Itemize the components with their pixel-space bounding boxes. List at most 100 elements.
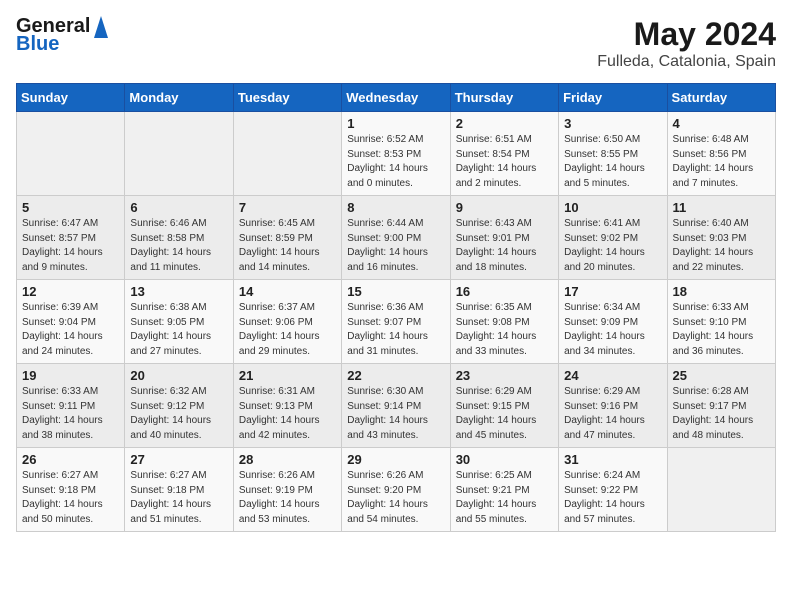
day-info-line: Sunrise: 6:38 AM: [130, 302, 206, 313]
day-info-line: and 43 minutes.: [347, 430, 418, 441]
day-info-line: and 0 minutes.: [347, 178, 413, 189]
day-info-line: Sunset: 9:10 PM: [673, 317, 747, 328]
day-number: 13: [130, 284, 227, 299]
day-info-line: Daylight: 14 hours: [673, 331, 754, 342]
day-info-line: Sunset: 9:05 PM: [130, 317, 204, 328]
calendar-cell: 15Sunrise: 6:36 AMSunset: 9:07 PMDayligh…: [342, 280, 450, 364]
day-info-line: and 29 minutes.: [239, 346, 310, 357]
day-number: 21: [239, 368, 336, 383]
day-info-line: Sunset: 9:13 PM: [239, 401, 313, 412]
logo-text: General Blue: [16, 16, 108, 54]
day-number: 23: [456, 368, 553, 383]
day-number: 17: [564, 284, 661, 299]
day-info-line: Sunset: 8:58 PM: [130, 233, 204, 244]
day-info-line: Daylight: 14 hours: [347, 331, 428, 342]
day-number: 25: [673, 368, 770, 383]
day-info-line: Sunset: 9:18 PM: [130, 485, 204, 496]
calendar-cell: 22Sunrise: 6:30 AMSunset: 9:14 PMDayligh…: [342, 364, 450, 448]
day-info-line: Sunset: 8:56 PM: [673, 149, 747, 160]
day-info-line: and 50 minutes.: [22, 514, 93, 525]
calendar-cell: 11Sunrise: 6:40 AMSunset: 9:03 PMDayligh…: [667, 196, 775, 280]
day-info-line: Sunrise: 6:25 AM: [456, 470, 532, 481]
day-info-line: Sunrise: 6:51 AM: [456, 134, 532, 145]
day-info-line: Daylight: 14 hours: [347, 415, 428, 426]
calendar-cell: 28 Sunrise: 6:26 AM Sunset: 9:19 PM Dayligh…: [233, 448, 341, 532]
calendar-subtitle: Fulleda, Catalonia, Spain: [597, 53, 776, 71]
day-info-line: Sunset: 9:00 PM: [347, 233, 421, 244]
calendar-cell: 17 Sunrise: 6:34 AMSunset: 9:09 PMDayligh…: [559, 280, 667, 364]
day-info: Sunrise: 6:29 AMSunset: 9:16 PMDaylight:…: [564, 385, 661, 443]
day-info-line: and 55 minutes.: [456, 514, 527, 525]
day-number: 7: [239, 200, 336, 215]
day-info-line: and 20 minutes.: [564, 262, 635, 273]
day-info-line: Daylight: 14 hours: [564, 331, 645, 342]
day-info: Sunrise: 6:36 AM Sunset: 9:07 PM Daylight:…: [347, 301, 444, 359]
day-number: 6: [130, 200, 227, 215]
day-info-line: Daylight: 14 hours: [239, 247, 320, 258]
day-info-line: and 48 minutes.: [673, 430, 744, 441]
day-info-line: Sunset: 9:20 PM: [347, 485, 421, 496]
day-info-line: Sunrise: 6:52 AM: [347, 134, 423, 145]
day-info-line: and 7 minutes.: [673, 178, 739, 189]
day-info-line: Sunrise: 6:32 AM: [130, 386, 206, 397]
day-info: Sunrise: 6:50 AMSunset: 8:55 PMDaylight:…: [564, 133, 661, 191]
day-info-line: Sunset: 9:06 PM: [239, 317, 313, 328]
day-info-line: Sunrise: 6:27 AM: [22, 470, 98, 481]
day-number: 28: [239, 452, 336, 467]
day-info-line: Sunrise: 6:50 AM: [564, 134, 640, 145]
day-info-line: Sunrise: 6:26 AM: [239, 470, 315, 481]
day-info-line: and 9 minutes.: [22, 262, 88, 273]
day-info: Sunrise: 6:38 AM Sunset: 9:05 PM Daylight:…: [130, 301, 227, 359]
logo: General Blue: [16, 16, 108, 54]
day-info: Sunrise: 6:28 AMSunset: 9:17 PMDaylight:…: [673, 385, 770, 443]
day-info-line: Sunset: 8:57 PM: [22, 233, 96, 244]
day-info-line: Sunset: 9:17 PM: [673, 401, 747, 412]
day-info-line: Sunrise: 6:29 AM: [456, 386, 532, 397]
day-number: 24: [564, 368, 661, 383]
day-number: 8: [347, 200, 444, 215]
day-info: Sunrise: 6:51 AMSunset: 8:54 PMDaylight:…: [456, 133, 553, 191]
calendar-title: May 2024: [597, 16, 776, 53]
day-info-line: Daylight: 14 hours: [130, 247, 211, 258]
calendar-cell: 3Sunrise: 6:50 AMSunset: 8:55 PMDaylight…: [559, 112, 667, 196]
calendar-cell: 18Sunrise: 6:33 AMSunset: 9:10 PMDayligh…: [667, 280, 775, 364]
calendar-week-row: 1Sunrise: 6:52 AMSunset: 8:53 PMDaylight…: [17, 112, 776, 196]
day-info-line: Sunset: 9:01 PM: [456, 233, 530, 244]
day-info-line: Sunset: 8:55 PM: [564, 149, 638, 160]
day-info: Sunrise: 6:29 AMSunset: 9:15 PMDaylight:…: [456, 385, 553, 443]
day-info-line: Sunrise: 6:37 AM: [239, 302, 315, 313]
calendar-cell: 2Sunrise: 6:51 AMSunset: 8:54 PMDaylight…: [450, 112, 558, 196]
day-info-line: Sunrise: 6:24 AM: [564, 470, 640, 481]
day-info-line: Sunset: 9:21 PM: [456, 485, 530, 496]
day-info: Sunrise: 6:27 AMSunset: 9:18 PMDaylight:…: [22, 469, 119, 527]
day-info-line: and 51 minutes.: [130, 514, 201, 525]
day-number: 30: [456, 452, 553, 467]
day-info-line: Sunset: 9:07 PM: [347, 317, 421, 328]
day-info: Sunrise: 6:39 AMSunset: 9:04 PMDaylight:…: [22, 301, 119, 359]
day-info-line: Daylight: 14 hours: [239, 499, 320, 510]
calendar-cell: [17, 112, 125, 196]
day-number: 1: [347, 116, 444, 131]
weekday-header-sunday: Sunday: [17, 84, 125, 112]
day-info-line: Daylight: 14 hours: [130, 415, 211, 426]
day-info-line: Sunrise: 6:33 AM: [22, 386, 98, 397]
day-info-line: Sunset: 9:14 PM: [347, 401, 421, 412]
day-info-line: Sunrise: 6:31 AM: [239, 386, 315, 397]
calendar-cell: 30Sunrise: 6:25 AMSunset: 9:21 PMDayligh…: [450, 448, 558, 532]
day-info-line: Sunrise: 6:36 AM: [347, 302, 423, 313]
day-info-line: Sunset: 9:09 PM: [564, 317, 638, 328]
calendar-week-row: 12Sunrise: 6:39 AMSunset: 9:04 PMDayligh…: [17, 280, 776, 364]
day-info-line: and 5 minutes.: [564, 178, 630, 189]
day-info-line: Daylight: 14 hours: [130, 331, 211, 342]
day-number: 16: [456, 284, 553, 299]
day-number: 29: [347, 452, 444, 467]
day-info-line: Daylight: 14 hours: [239, 415, 320, 426]
day-info: Sunrise: 6:34 AMSunset: 9:09 PMDaylight:…: [564, 301, 661, 359]
day-info-line: and 54 minutes.: [347, 514, 418, 525]
day-info-line: Sunset: 9:02 PM: [564, 233, 638, 244]
day-info-line: Sunset: 9:03 PM: [673, 233, 747, 244]
day-info-line: Sunset: 9:19 PM: [239, 485, 313, 496]
day-info-line: Sunrise: 6:47 AM: [22, 218, 98, 229]
day-number: 9: [456, 200, 553, 215]
day-info-line: Sunset: 8:54 PM: [456, 149, 530, 160]
